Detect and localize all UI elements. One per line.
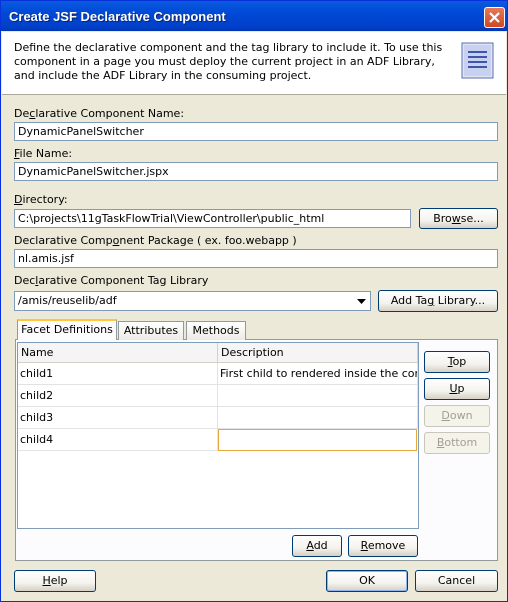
- cancel-button[interactable]: Cancel: [415, 570, 498, 592]
- header-panel: Define the declarative component and the…: [2, 32, 506, 95]
- tab-facet-definitions[interactable]: Facet Definitions: [17, 319, 117, 340]
- close-icon: [489, 12, 500, 23]
- dropdown-arrow-icon: [357, 299, 366, 304]
- ok-button[interactable]: OK: [326, 570, 408, 592]
- table-cell-description[interactable]: First child to rendered inside the conta…: [218, 363, 418, 385]
- window-title: Create JSF Declarative Component: [9, 9, 226, 24]
- directory-input[interactable]: C:\projects\11gTaskFlowTrial\ViewControl…: [14, 209, 411, 228]
- column-header-name[interactable]: Name: [18, 343, 218, 363]
- taglib-select[interactable]: /amis/reuselib/adf: [14, 291, 371, 311]
- document-icon: [461, 42, 494, 79]
- component-name-label: Declarative Component Name:: [14, 107, 185, 120]
- taglib-label: Declarative Component Tag Library: [14, 274, 209, 287]
- add-button[interactable]: Add: [292, 535, 342, 557]
- tab-attributes[interactable]: Attributes: [118, 321, 184, 340]
- move-down-button[interactable]: Down: [424, 405, 490, 427]
- add-tag-library-button[interactable]: Add Tag Library...: [378, 290, 498, 312]
- taglib-select-value: /amis/reuselib/adf: [18, 294, 117, 307]
- tab-methods[interactable]: Methods: [186, 321, 246, 340]
- table-cell-name[interactable]: child4: [18, 429, 218, 451]
- help-button[interactable]: Help: [14, 570, 96, 592]
- browse-button[interactable]: Browse...: [419, 208, 498, 229]
- dialog-window: Create JSF Declarative Component Define …: [0, 0, 508, 602]
- facets-table: Name Description child1 First child to r…: [17, 342, 419, 529]
- table-cell-name[interactable]: child1: [18, 363, 218, 385]
- file-name-label: File Name:: [14, 147, 73, 160]
- directory-label: Directory:: [14, 193, 68, 206]
- component-name-input[interactable]: DynamicPanelSwitcher: [14, 122, 498, 141]
- close-button[interactable]: [484, 7, 505, 28]
- move-up-button[interactable]: Up: [424, 378, 490, 400]
- move-top-button[interactable]: Top: [424, 351, 490, 373]
- move-bottom-button[interactable]: Bottom: [424, 432, 490, 454]
- table-cell-name[interactable]: child2: [18, 385, 218, 407]
- remove-button[interactable]: Remove: [348, 535, 418, 557]
- column-header-description[interactable]: Description: [218, 343, 418, 363]
- table-cell-name[interactable]: child3: [18, 407, 218, 429]
- table-cell-description-editor[interactable]: [218, 429, 417, 451]
- file-name-input[interactable]: DynamicPanelSwitcher.jspx: [14, 162, 498, 181]
- table-cell-description[interactable]: [218, 407, 418, 429]
- package-label: Declarative Component Package ( ex. foo.…: [14, 234, 297, 247]
- title-bar[interactable]: Create JSF Declarative Component: [1, 1, 507, 31]
- table-cell-description[interactable]: [218, 385, 418, 407]
- package-input[interactable]: nl.amis.jsf: [14, 249, 498, 268]
- header-description: Define the declarative component and the…: [14, 41, 443, 82]
